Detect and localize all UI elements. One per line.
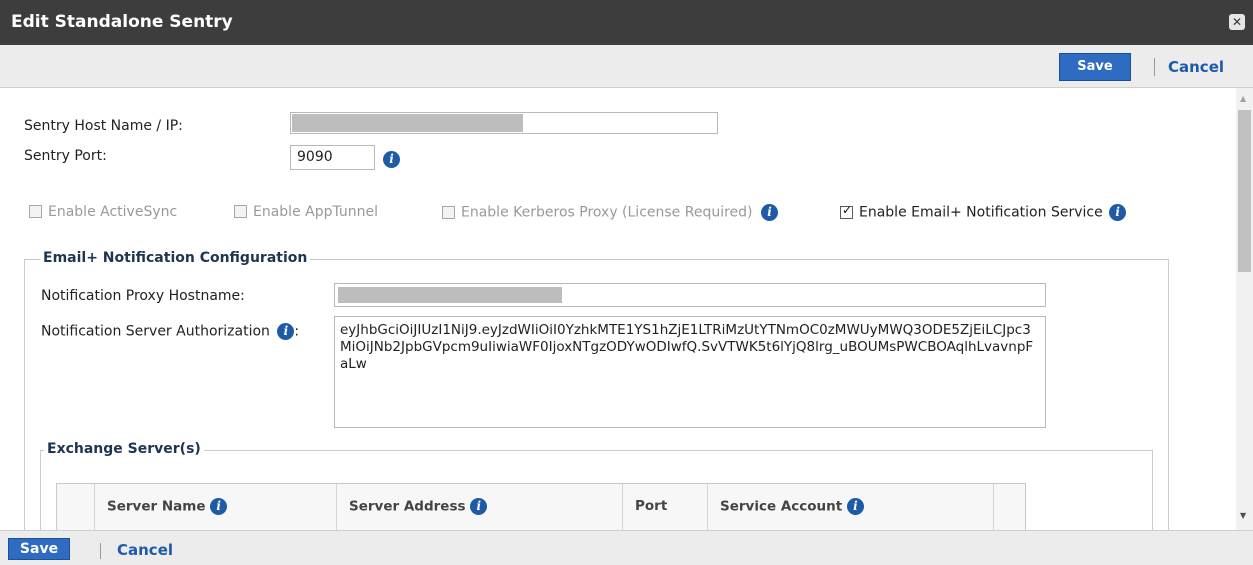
column-label: Service Account (720, 498, 843, 515)
table-header-select[interactable] (57, 484, 95, 530)
checkbox-activesync[interactable]: Enable ActiveSync (29, 204, 177, 224)
dialog-title: Edit Standalone Sentry (11, 12, 233, 32)
server-name-info-icon[interactable]: i (210, 498, 228, 515)
top-toolbar: Save Cancel (0, 45, 1253, 88)
auth-label: Notification Server Authorization i: (41, 323, 299, 340)
port-info-icon[interactable]: i (383, 151, 400, 168)
proxy-hostname-label: Notification Proxy Hostname: (41, 288, 245, 304)
checkbox-box[interactable] (234, 205, 247, 218)
server-address-info-icon[interactable]: i (470, 498, 488, 515)
auth-label-colon: : (294, 323, 300, 340)
host-label: Sentry Host Name / IP: (24, 118, 183, 134)
auth-info-icon[interactable]: i (277, 323, 295, 340)
footer-save-button[interactable]: Save (8, 538, 70, 560)
exchange-legend: Exchange Server(s) (44, 441, 204, 457)
table-header-server-address[interactable]: Server Address i (337, 484, 623, 530)
checkbox-box[interactable] (442, 205, 455, 219)
dialog-titlebar: Edit Standalone Sentry ✕ (0, 0, 1253, 45)
bottom-toolbar: Save Cancel (0, 530, 1253, 565)
auth-label-text: Notification Server Authorization (41, 323, 270, 340)
toolbar-divider (1154, 58, 1155, 76)
close-icon[interactable]: ✕ (1229, 14, 1245, 30)
scroll-up-icon[interactable]: ▲ (1240, 94, 1246, 103)
column-label: Port (635, 498, 668, 514)
auth-textarea[interactable]: eyJhbGciOiJIUzI1NiJ9.eyJzdWIiOiI0YzhkMTE… (334, 316, 1046, 428)
checkbox-box[interactable] (840, 203, 853, 219)
service-account-info-icon[interactable]: i (846, 498, 864, 515)
checkbox-apptunnel[interactable]: Enable AppTunnel (234, 204, 378, 224)
checkbox-label: Enable AppTunnel (253, 204, 379, 220)
kerberos-info-icon[interactable]: i (760, 204, 778, 221)
column-label: Server Name (107, 498, 206, 515)
table-header-actions (994, 484, 1025, 530)
checkbox-label: Enable Kerberos Proxy (License Required) (461, 204, 753, 221)
host-input[interactable] (290, 112, 718, 134)
checkbox-box[interactable] (29, 205, 42, 218)
column-label: Server Address (349, 498, 466, 515)
proxy-hostname-input[interactable] (334, 283, 1046, 307)
port-input[interactable]: 9090 (290, 145, 375, 170)
vertical-scrollbar[interactable]: ▲ ▼ (1236, 88, 1253, 530)
cancel-button[interactable]: Cancel (1168, 58, 1224, 76)
footer-cancel-button[interactable]: Cancel (117, 541, 173, 559)
scroll-down-icon[interactable]: ▼ (1240, 511, 1246, 520)
table-header-service-account[interactable]: Service Account i (708, 484, 994, 530)
table-header-server-name[interactable]: Server Name i (95, 484, 337, 530)
redacted-proxy-value (338, 287, 562, 303)
email-notification-info-icon[interactable]: i (1109, 204, 1127, 221)
checkbox-label: Enable ActiveSync (48, 204, 178, 220)
checkbox-email-notification[interactable]: Enable Email+ Notification Service i (840, 203, 1127, 224)
table-header-port[interactable]: Port (623, 484, 708, 530)
footer-divider (100, 543, 101, 559)
dialog-content: Sentry Host Name / IP: Sentry Port: 9090… (0, 88, 1236, 530)
save-button[interactable]: Save (1059, 53, 1131, 81)
redacted-host-value (292, 114, 523, 132)
notification-legend: Email+ Notification Configuration (40, 250, 311, 266)
port-label: Sentry Port: (24, 148, 107, 164)
checkbox-kerberos[interactable]: Enable Kerberos Proxy (License Required)… (442, 204, 778, 224)
checkbox-label: Enable Email+ Notification Service (859, 204, 1103, 221)
scrollbar-thumb[interactable] (1238, 110, 1251, 272)
exchange-table: Server Name i Server Address i Port Serv… (56, 483, 1026, 530)
